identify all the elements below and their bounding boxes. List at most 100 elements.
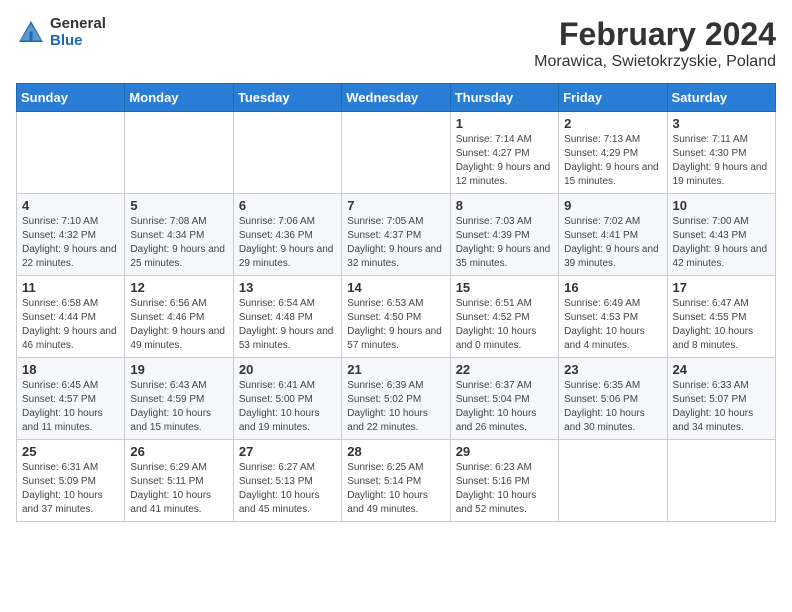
table-row: 14 Sunrise: 6:53 AMSunset: 4:50 PMDaylig… — [342, 276, 450, 358]
day-info: Sunrise: 7:03 AMSunset: 4:39 PMDaylight:… — [456, 215, 553, 271]
header-monday: Monday — [125, 84, 233, 112]
table-row: 26 Sunrise: 6:29 AMSunset: 5:11 PMDaylig… — [125, 440, 233, 522]
day-info: Sunrise: 6:37 AMSunset: 5:04 PMDaylight:… — [456, 379, 553, 435]
day-number: 16 — [564, 280, 661, 295]
day-info: Sunrise: 6:25 AMSunset: 5:14 PMDaylight:… — [347, 461, 444, 517]
table-row: 1 Sunrise: 7:14 AMSunset: 4:27 PMDayligh… — [450, 112, 558, 194]
table-row — [559, 440, 667, 522]
calendar-table: Sunday Monday Tuesday Wednesday Thursday… — [16, 83, 776, 522]
day-info: Sunrise: 7:00 AMSunset: 4:43 PMDaylight:… — [673, 215, 770, 271]
day-info: Sunrise: 6:56 AMSunset: 4:46 PMDaylight:… — [130, 297, 227, 353]
day-number: 10 — [673, 198, 770, 213]
day-info: Sunrise: 6:35 AMSunset: 5:06 PMDaylight:… — [564, 379, 661, 435]
day-number: 2 — [564, 116, 661, 131]
day-number: 5 — [130, 198, 227, 213]
day-info: Sunrise: 7:10 AMSunset: 4:32 PMDaylight:… — [22, 215, 119, 271]
day-number: 11 — [22, 280, 119, 295]
table-row — [17, 112, 125, 194]
day-info: Sunrise: 6:58 AMSunset: 4:44 PMDaylight:… — [22, 297, 119, 353]
month-year-title: February 2024 — [534, 16, 776, 53]
day-info: Sunrise: 6:49 AMSunset: 4:53 PMDaylight:… — [564, 297, 661, 353]
calendar-week-row: 4 Sunrise: 7:10 AMSunset: 4:32 PMDayligh… — [17, 194, 776, 276]
title-section: February 2024 Morawica, Swietokrzyskie, … — [534, 16, 776, 71]
table-row: 6 Sunrise: 7:06 AMSunset: 4:36 PMDayligh… — [233, 194, 341, 276]
day-number: 26 — [130, 444, 227, 459]
day-info: Sunrise: 7:02 AMSunset: 4:41 PMDaylight:… — [564, 215, 661, 271]
logo-text: General Blue — [50, 16, 106, 49]
table-row: 4 Sunrise: 7:10 AMSunset: 4:32 PMDayligh… — [17, 194, 125, 276]
header-thursday: Thursday — [450, 84, 558, 112]
day-number: 20 — [239, 362, 336, 377]
day-number: 29 — [456, 444, 553, 459]
table-row: 29 Sunrise: 6:23 AMSunset: 5:16 PMDaylig… — [450, 440, 558, 522]
day-info: Sunrise: 7:05 AMSunset: 4:37 PMDaylight:… — [347, 215, 444, 271]
logo-blue-text: Blue — [50, 33, 106, 50]
day-info: Sunrise: 6:43 AMSunset: 4:59 PMDaylight:… — [130, 379, 227, 435]
calendar-week-row: 25 Sunrise: 6:31 AMSunset: 5:09 PMDaylig… — [17, 440, 776, 522]
day-info: Sunrise: 7:06 AMSunset: 4:36 PMDaylight:… — [239, 215, 336, 271]
day-number: 27 — [239, 444, 336, 459]
table-row: 21 Sunrise: 6:39 AMSunset: 5:02 PMDaylig… — [342, 358, 450, 440]
day-info: Sunrise: 7:11 AMSunset: 4:30 PMDaylight:… — [673, 133, 770, 189]
table-row — [342, 112, 450, 194]
day-info: Sunrise: 6:41 AMSunset: 5:00 PMDaylight:… — [239, 379, 336, 435]
location-subtitle: Morawica, Swietokrzyskie, Poland — [534, 53, 776, 71]
table-row: 18 Sunrise: 6:45 AMSunset: 4:57 PMDaylig… — [17, 358, 125, 440]
table-row: 17 Sunrise: 6:47 AMSunset: 4:55 PMDaylig… — [667, 276, 775, 358]
day-info: Sunrise: 6:39 AMSunset: 5:02 PMDaylight:… — [347, 379, 444, 435]
table-row — [667, 440, 775, 522]
day-number: 25 — [22, 444, 119, 459]
table-row: 5 Sunrise: 7:08 AMSunset: 4:34 PMDayligh… — [125, 194, 233, 276]
day-info: Sunrise: 6:54 AMSunset: 4:48 PMDaylight:… — [239, 297, 336, 353]
day-number: 4 — [22, 198, 119, 213]
day-number: 19 — [130, 362, 227, 377]
table-row: 22 Sunrise: 6:37 AMSunset: 5:04 PMDaylig… — [450, 358, 558, 440]
day-info: Sunrise: 6:27 AMSunset: 5:13 PMDaylight:… — [239, 461, 336, 517]
day-number: 15 — [456, 280, 553, 295]
day-info: Sunrise: 6:23 AMSunset: 5:16 PMDaylight:… — [456, 461, 553, 517]
weekday-header-row: Sunday Monday Tuesday Wednesday Thursday… — [17, 84, 776, 112]
table-row: 24 Sunrise: 6:33 AMSunset: 5:07 PMDaylig… — [667, 358, 775, 440]
table-row — [125, 112, 233, 194]
table-row: 3 Sunrise: 7:11 AMSunset: 4:30 PMDayligh… — [667, 112, 775, 194]
day-info: Sunrise: 6:29 AMSunset: 5:11 PMDaylight:… — [130, 461, 227, 517]
table-row — [233, 112, 341, 194]
day-number: 22 — [456, 362, 553, 377]
table-row: 28 Sunrise: 6:25 AMSunset: 5:14 PMDaylig… — [342, 440, 450, 522]
day-number: 28 — [347, 444, 444, 459]
table-row: 11 Sunrise: 6:58 AMSunset: 4:44 PMDaylig… — [17, 276, 125, 358]
table-row: 15 Sunrise: 6:51 AMSunset: 4:52 PMDaylig… — [450, 276, 558, 358]
day-info: Sunrise: 6:47 AMSunset: 4:55 PMDaylight:… — [673, 297, 770, 353]
calendar-week-row: 18 Sunrise: 6:45 AMSunset: 4:57 PMDaylig… — [17, 358, 776, 440]
day-info: Sunrise: 6:31 AMSunset: 5:09 PMDaylight:… — [22, 461, 119, 517]
header-saturday: Saturday — [667, 84, 775, 112]
day-number: 1 — [456, 116, 553, 131]
day-info: Sunrise: 6:53 AMSunset: 4:50 PMDaylight:… — [347, 297, 444, 353]
table-row: 7 Sunrise: 7:05 AMSunset: 4:37 PMDayligh… — [342, 194, 450, 276]
table-row: 8 Sunrise: 7:03 AMSunset: 4:39 PMDayligh… — [450, 194, 558, 276]
day-info: Sunrise: 6:45 AMSunset: 4:57 PMDaylight:… — [22, 379, 119, 435]
header-sunday: Sunday — [17, 84, 125, 112]
table-row: 23 Sunrise: 6:35 AMSunset: 5:06 PMDaylig… — [559, 358, 667, 440]
table-row: 2 Sunrise: 7:13 AMSunset: 4:29 PMDayligh… — [559, 112, 667, 194]
header-friday: Friday — [559, 84, 667, 112]
day-number: 7 — [347, 198, 444, 213]
table-row: 25 Sunrise: 6:31 AMSunset: 5:09 PMDaylig… — [17, 440, 125, 522]
day-number: 12 — [130, 280, 227, 295]
day-info: Sunrise: 7:14 AMSunset: 4:27 PMDaylight:… — [456, 133, 553, 189]
calendar-week-row: 1 Sunrise: 7:14 AMSunset: 4:27 PMDayligh… — [17, 112, 776, 194]
table-row: 20 Sunrise: 6:41 AMSunset: 5:00 PMDaylig… — [233, 358, 341, 440]
day-number: 6 — [239, 198, 336, 213]
day-number: 8 — [456, 198, 553, 213]
table-row: 12 Sunrise: 6:56 AMSunset: 4:46 PMDaylig… — [125, 276, 233, 358]
table-row: 10 Sunrise: 7:00 AMSunset: 4:43 PMDaylig… — [667, 194, 775, 276]
day-number: 9 — [564, 198, 661, 213]
header-wednesday: Wednesday — [342, 84, 450, 112]
header-tuesday: Tuesday — [233, 84, 341, 112]
day-info: Sunrise: 6:33 AMSunset: 5:07 PMDaylight:… — [673, 379, 770, 435]
table-row: 9 Sunrise: 7:02 AMSunset: 4:41 PMDayligh… — [559, 194, 667, 276]
table-row: 27 Sunrise: 6:27 AMSunset: 5:13 PMDaylig… — [233, 440, 341, 522]
logo-icon — [16, 18, 46, 48]
day-number: 24 — [673, 362, 770, 377]
table-row: 19 Sunrise: 6:43 AMSunset: 4:59 PMDaylig… — [125, 358, 233, 440]
